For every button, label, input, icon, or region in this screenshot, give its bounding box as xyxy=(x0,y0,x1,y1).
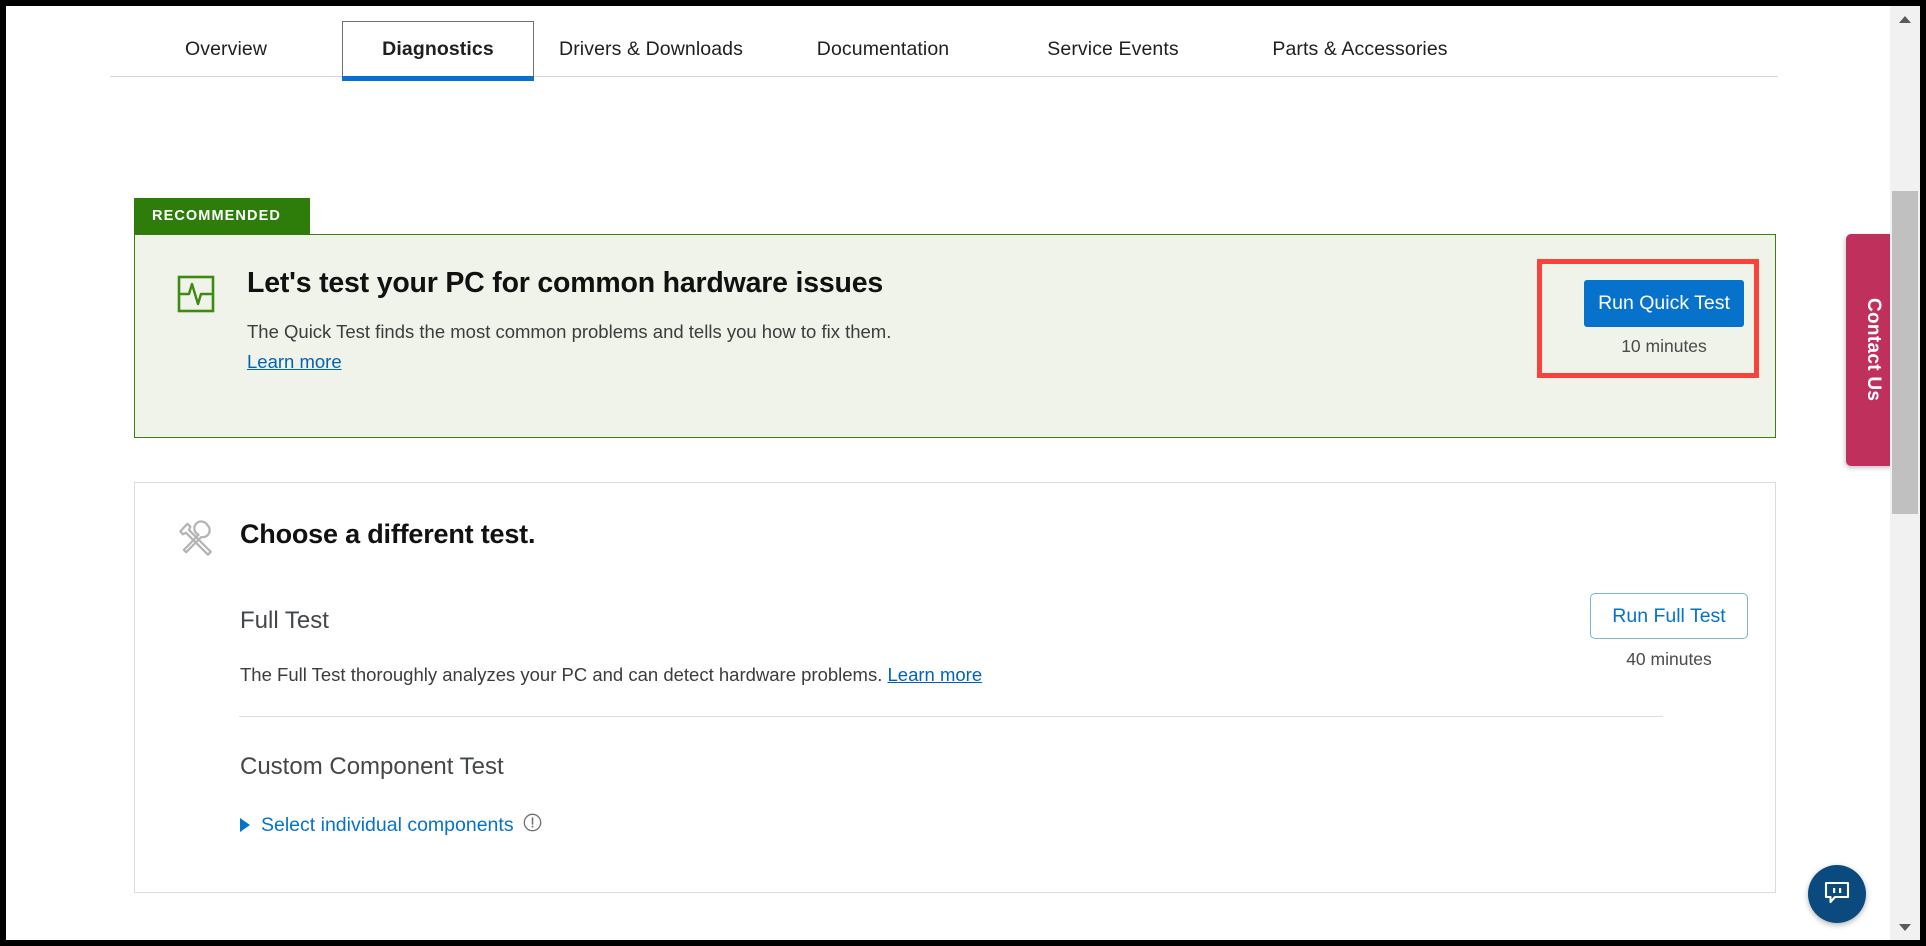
full-test-title: Full Test xyxy=(240,607,329,634)
contact-us-label: Contact Us xyxy=(1863,298,1884,402)
tab-diagnostics-label: Diagnostics xyxy=(382,38,494,60)
full-test-learn-more-link[interactable]: Learn more xyxy=(888,664,983,685)
tab-service-events-label: Service Events xyxy=(1047,37,1179,60)
banner-learn-more-link[interactable]: Learn more xyxy=(247,351,342,373)
tab-service-events[interactable]: Service Events xyxy=(998,20,1228,78)
tab-parts-accessories-label: Parts & Accessories xyxy=(1272,37,1448,60)
tab-drivers-downloads[interactable]: Drivers & Downloads xyxy=(534,20,768,78)
scroll-up-arrow-icon[interactable] xyxy=(1890,6,1920,32)
quick-test-duration: 10 minutes xyxy=(1621,336,1707,356)
full-test-description: The Full Test thoroughly analyzes your P… xyxy=(240,664,982,686)
run-quick-test-button[interactable]: Run Quick Test xyxy=(1584,280,1744,327)
full-test-duration: 40 minutes xyxy=(1626,649,1712,669)
quick-test-banner: Let's test your PC for common hardware i… xyxy=(134,234,1776,438)
card-title: Choose a different test. xyxy=(240,519,536,549)
info-exclamation-icon[interactable] xyxy=(523,813,542,837)
tab-overview[interactable]: Overview xyxy=(110,20,342,78)
banner-description: The Quick Test finds the most common pro… xyxy=(247,321,892,342)
scrollbar-thumb[interactable] xyxy=(1892,191,1918,514)
chevron-right-icon xyxy=(240,818,250,832)
tab-documentation-label: Documentation xyxy=(816,37,950,60)
scroll-down-arrow-icon[interactable] xyxy=(1890,914,1920,940)
chat-bubble-button[interactable] xyxy=(1808,865,1866,923)
tab-diagnostics[interactable]: Diagnostics xyxy=(342,21,534,81)
select-individual-components-link[interactable]: Select individual components xyxy=(261,814,514,837)
vertical-scrollbar[interactable] xyxy=(1890,6,1920,940)
tab-documentation[interactable]: Documentation xyxy=(768,20,998,78)
custom-component-test-title: Custom Component Test xyxy=(240,753,504,780)
page-root: Overview Diagnostics Drivers & Downloads… xyxy=(0,0,1926,946)
tab-drivers-downloads-label: Drivers & Downloads xyxy=(559,37,743,60)
wrench-screwdriver-icon xyxy=(176,519,218,561)
select-individual-components-row[interactable]: Select individual components xyxy=(240,813,542,837)
run-full-test-button[interactable]: Run Full Test xyxy=(1590,593,1748,639)
recommended-badge-label: RECOMMENDED xyxy=(152,208,281,224)
full-test-description-text: The Full Test thoroughly analyzes your P… xyxy=(240,664,883,685)
tab-parts-accessories[interactable]: Parts & Accessories xyxy=(1228,20,1492,78)
scroll-down-arrow-glyph xyxy=(1899,923,1911,931)
section-divider xyxy=(239,716,1663,717)
main-tab-navigation: Overview Diagnostics Drivers & Downloads… xyxy=(110,20,1778,81)
banner-title: Let's test your PC for common hardware i… xyxy=(247,267,884,299)
scroll-up-arrow-glyph xyxy=(1899,15,1911,23)
choose-different-test-card: Choose a different test. Full Test The F… xyxy=(134,482,1776,893)
recommended-badge: RECOMMENDED xyxy=(134,198,310,234)
heartbeat-monitor-icon xyxy=(177,275,215,313)
chat-bubble-icon xyxy=(1822,877,1852,912)
tab-overview-label: Overview xyxy=(184,37,268,60)
